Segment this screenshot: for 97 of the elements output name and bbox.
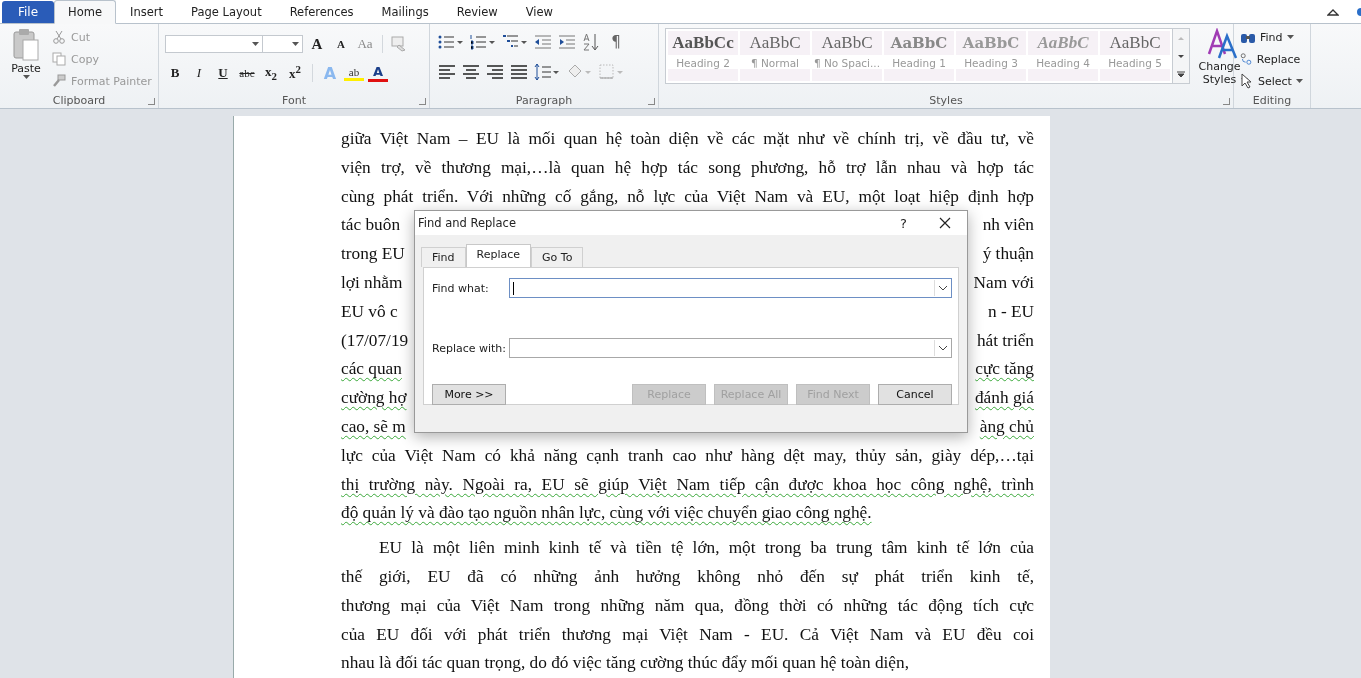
style-item[interactable]: AaBbC ¶ No Spaci... xyxy=(812,31,882,81)
document-line: viện trợ, về thương mại,…là quan hệ hợp tác song phương, hỗ trợ lẫn nhau và hợp tác xyxy=(341,156,1034,179)
show-marks-button[interactable]: ¶ xyxy=(606,33,626,51)
group-label: Clipboard xyxy=(52,93,106,107)
document-line: cường hợ xyxy=(341,387,407,410)
group-label: Editing xyxy=(1252,93,1292,107)
document-line: của EU đối với phát triển thương mại Việt Nam - EU. Cả Việt Nam và EU đều coi xyxy=(341,623,1034,646)
document-line: cao, sẽ m xyxy=(341,415,406,438)
dialog-tab[interactable]: Go To xyxy=(531,247,584,267)
document-line: cùng phát triển. Với những cố gắng, nỗ lực của Việt Nam và EU, một loạt hiệp định hợp xyxy=(341,185,1034,208)
document-line: trong EU xyxy=(341,243,405,266)
document-line: thế giới, EU đã có những ảnh hưởng không nhỏ đến sự phát triển kinh tế, xyxy=(341,565,1034,588)
document-line: n - EU xyxy=(987,300,1034,323)
document-line: lực của Việt Nam có khả năng cạnh tranh cao như hàng dệt may, thủy sản, giày dép,…tại xyxy=(341,444,1034,467)
dialog-launcher-icon[interactable] xyxy=(648,98,655,105)
sort-icon[interactable] xyxy=(582,33,600,51)
ribbon-tab[interactable]: Page Layout xyxy=(177,0,276,24)
field-label: Find what: xyxy=(432,281,490,295)
numbering-icon[interactable] xyxy=(470,34,496,50)
document-line: thị trường này. Ngoài ra, EU sẽ giúp Việt Nam tiếp cận được khoa học công nghệ, trình xyxy=(341,473,1034,496)
ribbon-tab[interactable]: Mailings xyxy=(367,0,443,24)
line-spacing-icon[interactable] xyxy=(534,63,560,81)
align-center-icon[interactable] xyxy=(462,65,480,79)
scissors-icon xyxy=(52,30,66,44)
document-line: giữa Việt Nam – EU là mối quan hệ toàn diện về các mặt như về chính trị, về đầu tư, về xyxy=(341,128,1034,150)
style-item[interactable]: AaBbC Heading 5 xyxy=(1100,31,1170,81)
font-name-field[interactable] xyxy=(165,35,263,53)
bullets-icon[interactable] xyxy=(438,34,464,50)
pointer-icon xyxy=(1240,73,1254,89)
document-line: đánh giá xyxy=(974,387,1034,410)
font-size-field[interactable] xyxy=(262,35,303,53)
dialog-tab[interactable]: Find xyxy=(421,247,466,267)
document-line: lợi nhằm xyxy=(341,272,403,294)
align-left-icon[interactable] xyxy=(438,65,456,79)
ribbon-tab[interactable]: References xyxy=(275,0,368,24)
align-right-icon[interactable] xyxy=(486,65,504,79)
document-line: (17/07/19 xyxy=(341,329,409,352)
clipboard-icon xyxy=(11,28,41,62)
format-button[interactable]: U xyxy=(213,65,233,81)
help-button[interactable]: ? xyxy=(900,215,907,231)
text-combo-field[interactable] xyxy=(509,338,952,358)
caret-icon xyxy=(292,42,299,46)
document-line: hát triển xyxy=(976,329,1034,352)
change-styles-label: Change Styles xyxy=(1198,60,1241,86)
document-line: thương mại của Việt Nam trong những năm qua, đồng thời có những tác động tích cực xyxy=(341,594,1034,617)
field-label: Replace with: xyxy=(432,341,508,355)
format-button[interactable]: B xyxy=(165,65,185,81)
dialog-launcher-icon[interactable] xyxy=(148,98,155,105)
dialog-launcher-icon[interactable] xyxy=(1223,98,1230,105)
file-tab[interactable]: File xyxy=(2,1,55,23)
caret-icon xyxy=(252,42,259,46)
more-button[interactable]: More >> xyxy=(432,384,506,405)
increase-indent-icon[interactable] xyxy=(558,34,576,50)
ribbon-tab[interactable]: Home xyxy=(54,0,117,24)
replace-icon xyxy=(1240,51,1253,67)
collapse-ribbon-icon[interactable] xyxy=(1327,7,1339,17)
format-button[interactable]: abc xyxy=(237,67,257,79)
format-button[interactable]: x$^{2}$ xyxy=(285,63,305,83)
document-line: àng chủ xyxy=(979,415,1034,438)
format-button[interactable]: x$_{2}$ xyxy=(261,64,281,82)
document-line: độ quản lý và đào tạo nguồn nhân lực, cùng với việc chuyển giao công nghệ. xyxy=(341,502,873,525)
paste-button[interactable]: Paste xyxy=(6,28,46,92)
color-button[interactable]: ab xyxy=(344,65,364,81)
justify-icon[interactable] xyxy=(510,65,528,79)
document-line: tác buôn xyxy=(341,214,401,237)
document-line: ý thuận xyxy=(982,243,1034,266)
dialog-button[interactable]: Cancel xyxy=(878,384,952,405)
letters-icon xyxy=(1207,28,1239,60)
text-combo-field[interactable] xyxy=(509,278,952,298)
copy-icon xyxy=(52,52,66,66)
document-line: các quan xyxy=(341,358,402,381)
dialog-tab[interactable]: Replace xyxy=(465,244,532,267)
multilevel-list-icon[interactable] xyxy=(502,34,528,50)
group-label: Styles xyxy=(929,93,963,107)
dialog-launcher-icon[interactable] xyxy=(419,98,426,105)
paintbrush-icon xyxy=(52,74,66,88)
document-line: EU là một liên minh kinh tế và tiền tệ lớn, một trong ba trung tâm kinh tế lớn của xyxy=(378,537,1034,560)
style-item[interactable]: AaBbC ¶ Normal xyxy=(740,31,810,81)
format-button[interactable]: I xyxy=(189,65,209,81)
font-size-button[interactable]: A xyxy=(307,35,327,53)
dialog-title: Find and Replace xyxy=(418,216,517,230)
ribbon-tab[interactable]: View xyxy=(511,0,567,24)
document-line: nh viên xyxy=(982,214,1034,237)
close-icon[interactable] xyxy=(939,217,951,229)
color-button[interactable]: A xyxy=(368,64,388,82)
style-item[interactable]: AaBbCc Heading 2 xyxy=(668,31,738,81)
decrease-indent-icon[interactable] xyxy=(534,34,552,50)
document-line: nhau là đối tác quan trọng, do đó việc tăng cường thúc đẩy mối quan hệ toàn diện, xyxy=(341,652,910,675)
ribbon-tab[interactable]: Review xyxy=(442,0,512,24)
group-label: Paragraph xyxy=(515,93,573,107)
caret-icon xyxy=(22,75,30,79)
document-line: cực tăng xyxy=(975,358,1034,381)
ribbon-tab[interactable]: Insert xyxy=(116,0,178,24)
group-label: Font xyxy=(282,93,306,107)
font-size-button[interactable]: A xyxy=(331,38,351,50)
document-line: Nam với xyxy=(973,272,1034,294)
document-line: EU vô c xyxy=(341,300,398,323)
